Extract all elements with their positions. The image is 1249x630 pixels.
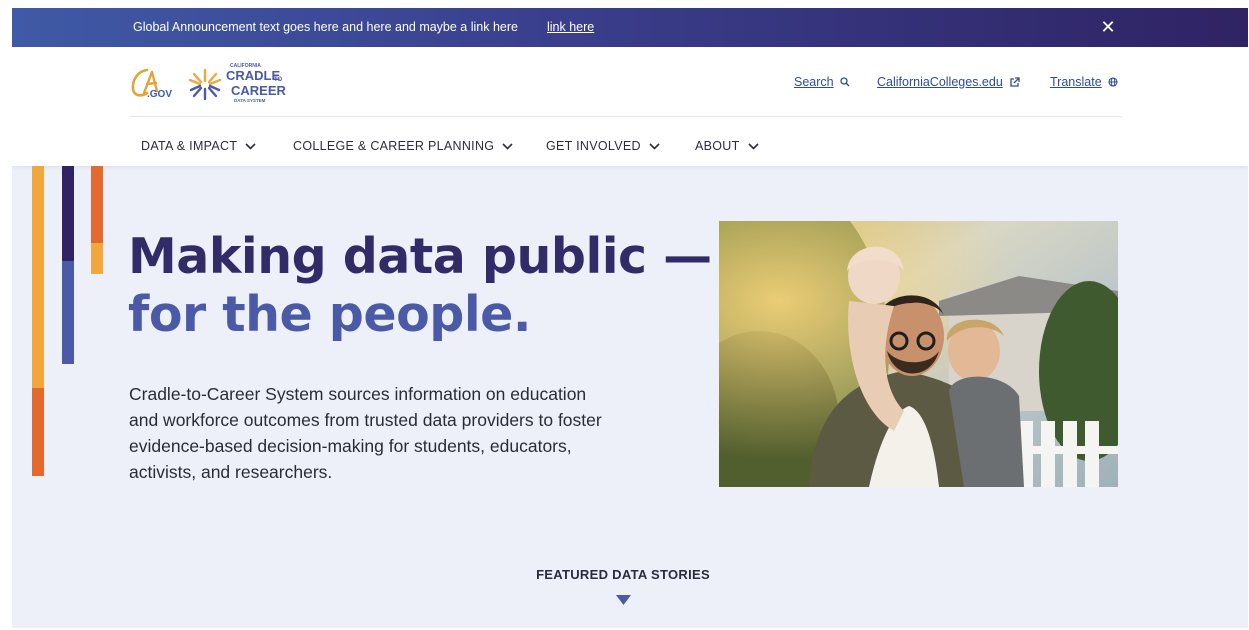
nav-data-impact[interactable]: DATA & IMPACT [141, 139, 256, 153]
search-link-label: Search [794, 75, 834, 89]
search-link[interactable]: Search [794, 75, 850, 89]
decorative-bar-gold-short [91, 243, 103, 274]
translate-label: Translate [1050, 75, 1102, 89]
site-header: .GOV CALIFORNIA CRADLE TO CAREER DATA SY… [12, 47, 1248, 166]
decorative-bar-blue [62, 261, 74, 364]
page: Global Announcement text goes here and h… [12, 8, 1248, 628]
decorative-bar-orange [32, 388, 44, 476]
search-icon [839, 77, 850, 87]
announcement-text: Global Announcement text goes here and h… [133, 20, 518, 34]
close-icon[interactable]: ✕ [1098, 15, 1118, 39]
external-link-icon [1010, 76, 1020, 87]
header-divider [130, 116, 1122, 117]
svg-text:CRADLE: CRADLE [226, 68, 280, 83]
decorative-bar-navy [62, 166, 74, 261]
chevron-down-icon [747, 142, 759, 150]
triangle-down-icon[interactable] [616, 595, 631, 605]
nav-data-impact-label: DATA & IMPACT [141, 139, 238, 153]
chevron-down-icon [502, 142, 513, 150]
nav-college-career-planning-label: COLLEGE & CAREER PLANNING [293, 139, 495, 153]
svg-text:CAREER: CAREER [231, 83, 287, 98]
hero-headline: Making data public — for the people. [128, 228, 728, 344]
nav-about[interactable]: ABOUT [695, 139, 759, 153]
translate-link[interactable]: Translate [1050, 75, 1118, 89]
nav-get-involved[interactable]: GET INVOLVED [546, 139, 660, 153]
california-colleges-label: CaliforniaColleges.edu [877, 75, 1003, 89]
chevron-down-icon [245, 142, 256, 150]
decorative-bar-gold [32, 166, 44, 388]
nav-college-career-planning[interactable]: COLLEGE & CAREER PLANNING [293, 139, 513, 153]
ca-gov-text: .GOV [147, 89, 172, 100]
california-colleges-link[interactable]: CaliforniaColleges.edu [877, 75, 1020, 89]
ca-gov-logo[interactable]: .GOV [130, 66, 176, 100]
sunburst-icon [188, 68, 222, 101]
hero-headline-line2: for the people. [128, 286, 532, 343]
cradle-to-career-logo[interactable]: CALIFORNIA CRADLE TO CAREER DATA SYSTEM [186, 59, 296, 107]
hero-description: Cradle-to-Career System sources informat… [129, 384, 602, 482]
featured-data-stories-label: FEATURED DATA STORIES [536, 567, 710, 582]
announcement-bar: Global Announcement text goes here and h… [12, 8, 1248, 47]
hero-headline-line1: Making data public — [128, 228, 712, 285]
svg-text:DATA SYSTEM: DATA SYSTEM [234, 98, 266, 103]
chevron-down-icon [649, 142, 660, 150]
announcement-link[interactable]: link here [547, 20, 594, 34]
hero-photo [719, 221, 1118, 487]
nav-about-label: ABOUT [695, 139, 740, 153]
globe-icon [1108, 77, 1118, 87]
decorative-bar-orange-short [91, 166, 103, 243]
nav-get-involved-label: GET INVOLVED [546, 139, 641, 153]
